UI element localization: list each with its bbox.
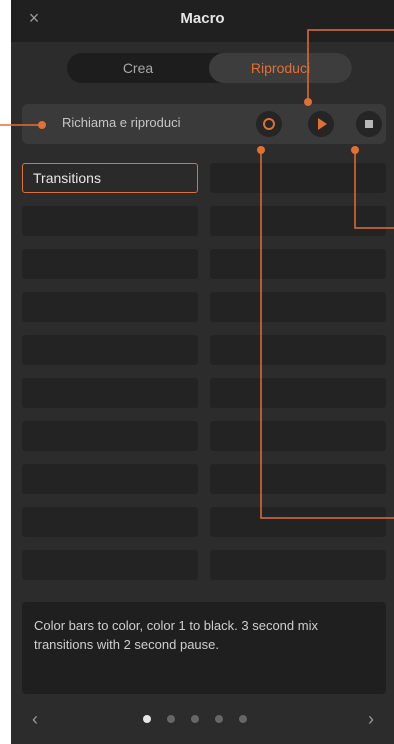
previous-page-icon[interactable]: ‹ xyxy=(25,709,45,729)
macro-slot[interactable] xyxy=(22,421,198,451)
window-title: Macro xyxy=(180,10,225,27)
macro-slot[interactable] xyxy=(22,464,198,494)
page-dot[interactable] xyxy=(191,715,199,723)
macro-slot[interactable] xyxy=(210,249,386,279)
page-dot[interactable] xyxy=(143,715,151,723)
next-page-icon[interactable]: › xyxy=(361,709,381,729)
recall-and-run-row: Richiama e riproduci xyxy=(22,104,386,144)
page-dot[interactable] xyxy=(215,715,223,723)
page-dot[interactable] xyxy=(239,715,247,723)
play-icon[interactable] xyxy=(308,111,334,137)
record-icon[interactable] xyxy=(256,111,282,137)
macro-slot[interactable] xyxy=(22,550,198,580)
macro-slot[interactable] xyxy=(210,292,386,322)
page-dot[interactable] xyxy=(167,715,175,723)
macro-slot[interactable] xyxy=(210,378,386,408)
macro-slot[interactable] xyxy=(210,163,386,193)
title-bar: × Macro xyxy=(11,0,394,42)
macro-slot[interactable] xyxy=(22,206,198,236)
macro-panel: × Macro Crea Riproduci Richiama e riprod… xyxy=(11,0,394,744)
macro-slot-selected[interactable]: Transitions xyxy=(22,163,198,193)
macro-slot[interactable] xyxy=(22,335,198,365)
stop-icon[interactable] xyxy=(356,111,382,137)
macro-slot[interactable] xyxy=(22,378,198,408)
macro-slot[interactable] xyxy=(22,249,198,279)
tab-riproduci[interactable]: Riproduci xyxy=(209,53,352,83)
macro-slot[interactable] xyxy=(210,421,386,451)
macro-slot[interactable] xyxy=(22,507,198,537)
macro-description: Color bars to color, color 1 to black. 3… xyxy=(22,602,386,694)
macro-slot[interactable] xyxy=(22,292,198,322)
recall-and-run-label: Richiama e riproduci xyxy=(62,115,181,130)
macro-slot[interactable] xyxy=(210,550,386,580)
pager: ‹ › xyxy=(11,706,394,734)
macro-slot[interactable] xyxy=(210,335,386,365)
macro-slot[interactable] xyxy=(210,507,386,537)
macro-slot[interactable] xyxy=(210,464,386,494)
tab-crea[interactable]: Crea xyxy=(67,53,209,83)
macro-slot[interactable] xyxy=(210,206,386,236)
mode-segmented-control: Crea Riproduci xyxy=(67,53,352,83)
